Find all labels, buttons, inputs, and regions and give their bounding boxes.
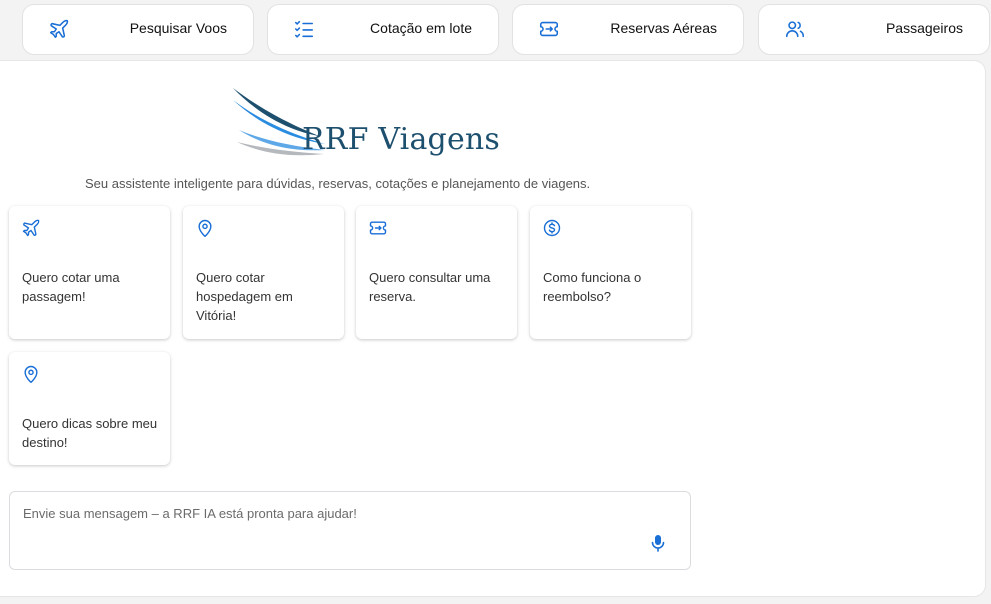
suggestion-text: Como funciona o reembolso? — [543, 270, 642, 304]
tab-cotacao-em-lote[interactable]: Cotação em lote — [267, 4, 499, 55]
tab-reservas-aereas[interactable]: Reservas Aéreas — [512, 4, 744, 55]
microphone-icon[interactable] — [650, 534, 666, 552]
plane-icon — [21, 218, 41, 238]
tab-label: Cotação em lote — [370, 20, 472, 36]
tab-passageiros[interactable]: Passageiros — [758, 4, 990, 55]
tab-pesquisar-voos[interactable]: Pesquisar Voos — [22, 4, 254, 55]
suggestion-card[interactable]: Quero dicas sobre meu destino! — [9, 352, 170, 465]
suggestion-text: Quero cotar uma passagem! — [22, 270, 120, 304]
tab-label: Pesquisar Voos — [129, 20, 227, 36]
suggestion-text: Quero consultar uma reserva. — [369, 270, 491, 304]
suggestion-text: Quero dicas sobre meu destino! — [22, 416, 158, 450]
suggestion-text: Quero cotar hospedagem em Vitória! — [196, 270, 293, 323]
users-icon — [784, 18, 806, 40]
map-pin-icon — [21, 364, 41, 384]
map-pin-icon — [195, 218, 215, 238]
dollar-circle-icon — [542, 218, 562, 238]
suggestion-card[interactable]: Quero cotar uma passagem! — [9, 206, 170, 339]
suggestion-card[interactable]: Como funciona o reembolso? — [530, 206, 691, 339]
checklist-icon — [293, 18, 315, 40]
page-subtitle: Seu assistente inteligente para dúvidas,… — [85, 176, 591, 191]
brand-name: RRF Viagens — [302, 122, 501, 157]
tab-label: Passageiros — [885, 20, 963, 36]
plane-icon — [48, 18, 70, 40]
suggestion-card[interactable]: Quero cotar hospedagem em Vitória! — [183, 206, 344, 339]
ticket-icon — [368, 218, 388, 238]
tab-label: Reservas Aéreas — [610, 20, 717, 36]
message-composer[interactable] — [9, 491, 691, 570]
ticket-icon — [538, 18, 560, 40]
message-input[interactable] — [23, 502, 623, 524]
suggestion-card[interactable]: Quero consultar uma reserva. — [356, 206, 517, 339]
